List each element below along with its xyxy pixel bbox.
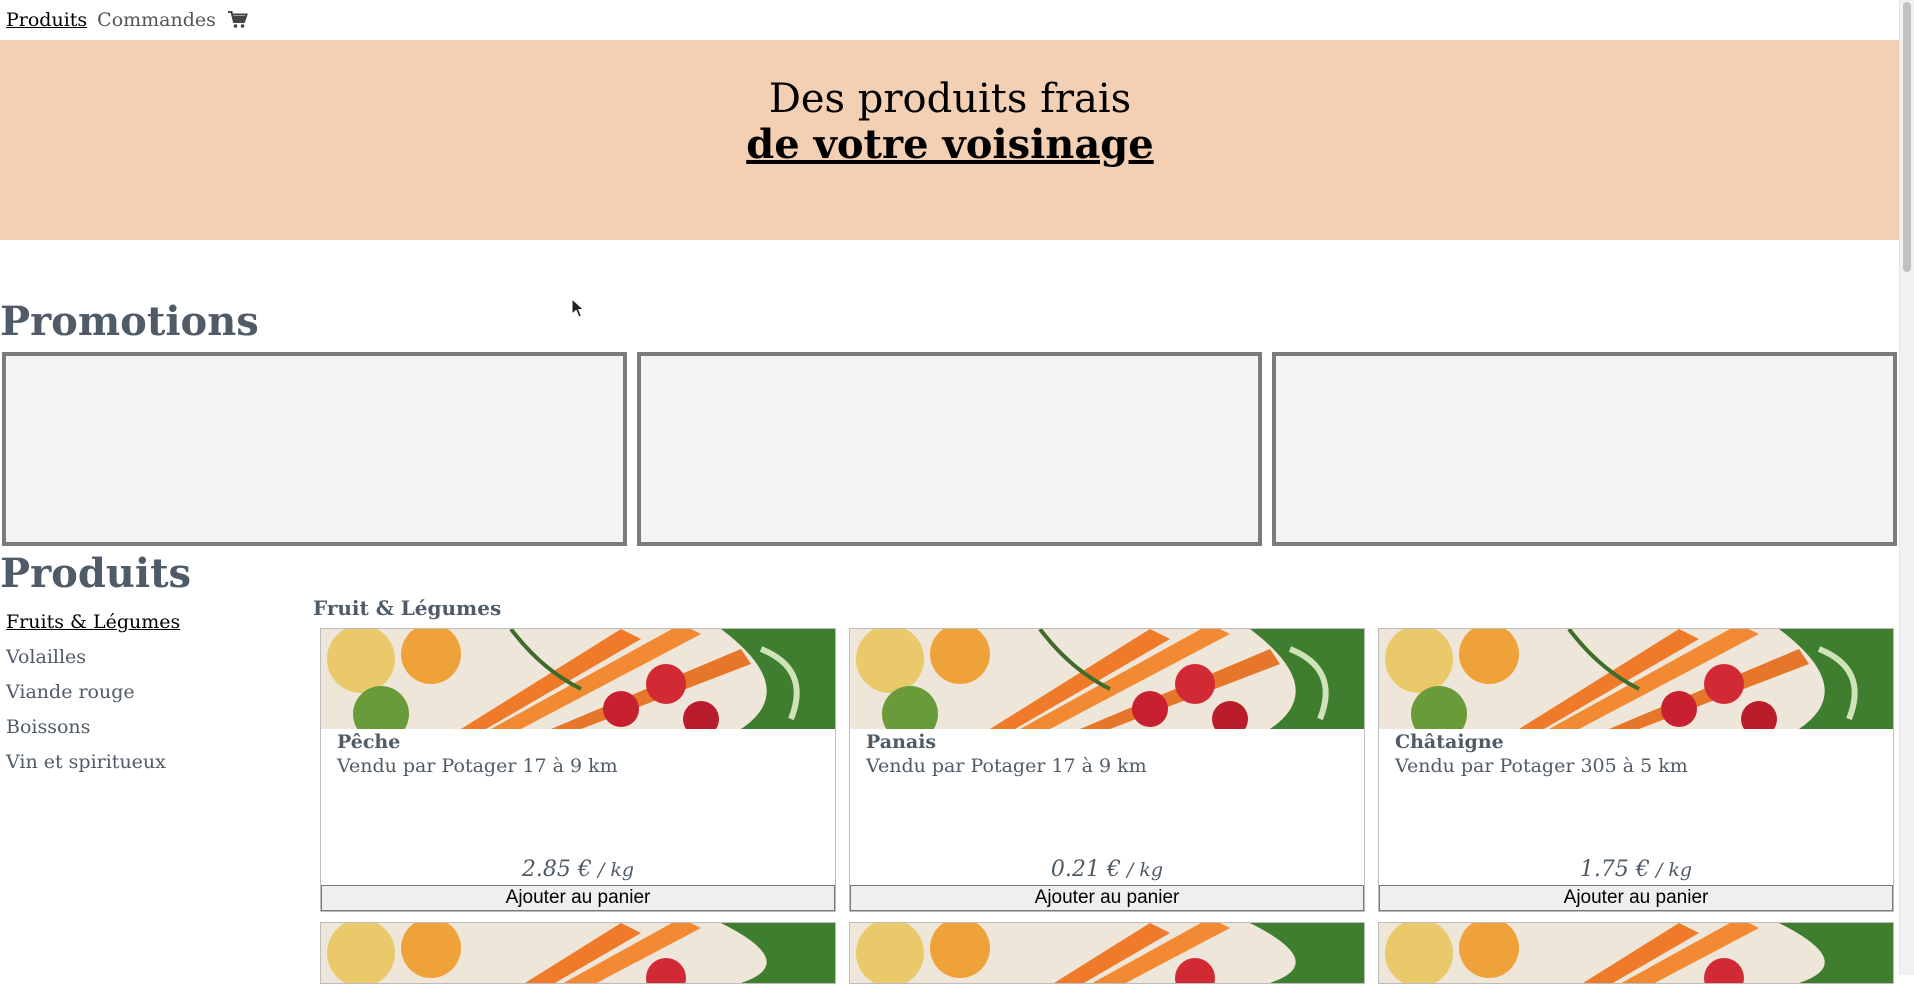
- product-price-unit: / kg: [1120, 859, 1164, 881]
- product-price-amount: 0.21 €: [1050, 857, 1121, 882]
- promotion-slot[interactable]: [2, 352, 627, 546]
- promotion-slot[interactable]: [1272, 352, 1897, 546]
- product-image: [850, 629, 1364, 729]
- product-card: Châtaigne Vendu par Potager 305 à 5 km 1…: [1378, 628, 1894, 912]
- product-price-unit: / kg: [591, 859, 635, 881]
- category-fruits-legumes[interactable]: Fruits & Légumes: [6, 605, 266, 640]
- product-image: [1379, 629, 1893, 729]
- add-to-cart-button[interactable]: Ajouter au panier: [850, 885, 1364, 911]
- hero-banner: Des produits frais de votre voisinage: [0, 40, 1900, 240]
- category-vin-spiritueux[interactable]: Vin et spiritueux: [6, 745, 266, 780]
- promotions-row: [2, 352, 1897, 546]
- product-name: Châtaigne: [1395, 731, 1504, 753]
- add-to-cart-button[interactable]: Ajouter au panier: [1379, 885, 1893, 911]
- product-card: Panais Vendu par Potager 17 à 9 km 0.21 …: [849, 628, 1365, 912]
- product-price-unit: / kg: [1649, 859, 1693, 881]
- product-seller: Vendu par Potager 17 à 9 km: [866, 755, 1147, 777]
- product-price: 2.85 € / kg: [321, 857, 835, 882]
- nav-link-products[interactable]: Produits: [6, 9, 87, 31]
- product-price: 1.75 € / kg: [1379, 857, 1893, 882]
- product-price-amount: 2.85 €: [521, 857, 592, 882]
- category-boissons[interactable]: Boissons: [6, 710, 266, 745]
- product-card: Pêche Vendu par Potager 17 à 9 km 2.85 €…: [320, 628, 836, 912]
- product-price: 0.21 € / kg: [850, 857, 1364, 882]
- top-nav: Produits Commandes: [0, 0, 1900, 40]
- product-price-amount: 1.75 €: [1579, 857, 1650, 882]
- category-menu: Fruits & Légumes Volailles Viande rouge …: [6, 605, 266, 780]
- hero-headline: Des produits frais: [768, 76, 1132, 122]
- product-name: Pêche: [337, 731, 401, 753]
- product-image: [321, 629, 835, 729]
- scrollbar-thumb[interactable]: [1903, 2, 1911, 272]
- category-volailles[interactable]: Volailles: [6, 640, 266, 675]
- category-viande-rouge[interactable]: Viande rouge: [6, 675, 266, 710]
- product-seller: Vendu par Potager 17 à 9 km: [337, 755, 618, 777]
- vertical-scrollbar[interactable]: [1899, 0, 1914, 975]
- promotions-title: Promotions: [0, 298, 259, 345]
- product-seller: Vendu par Potager 305 à 5 km: [1395, 755, 1688, 777]
- shopping-cart-icon[interactable]: [226, 8, 250, 32]
- add-to-cart-button[interactable]: Ajouter au panier: [321, 885, 835, 911]
- category-section-label: Fruit & Légumes: [313, 596, 502, 620]
- mouse-cursor-icon: [571, 298, 585, 318]
- promotion-slot[interactable]: [637, 352, 1262, 546]
- products-title: Produits: [0, 550, 192, 597]
- hero-subheadline: de votre voisinage: [746, 121, 1154, 168]
- product-name: Panais: [866, 731, 937, 753]
- nav-link-orders[interactable]: Commandes: [97, 9, 216, 31]
